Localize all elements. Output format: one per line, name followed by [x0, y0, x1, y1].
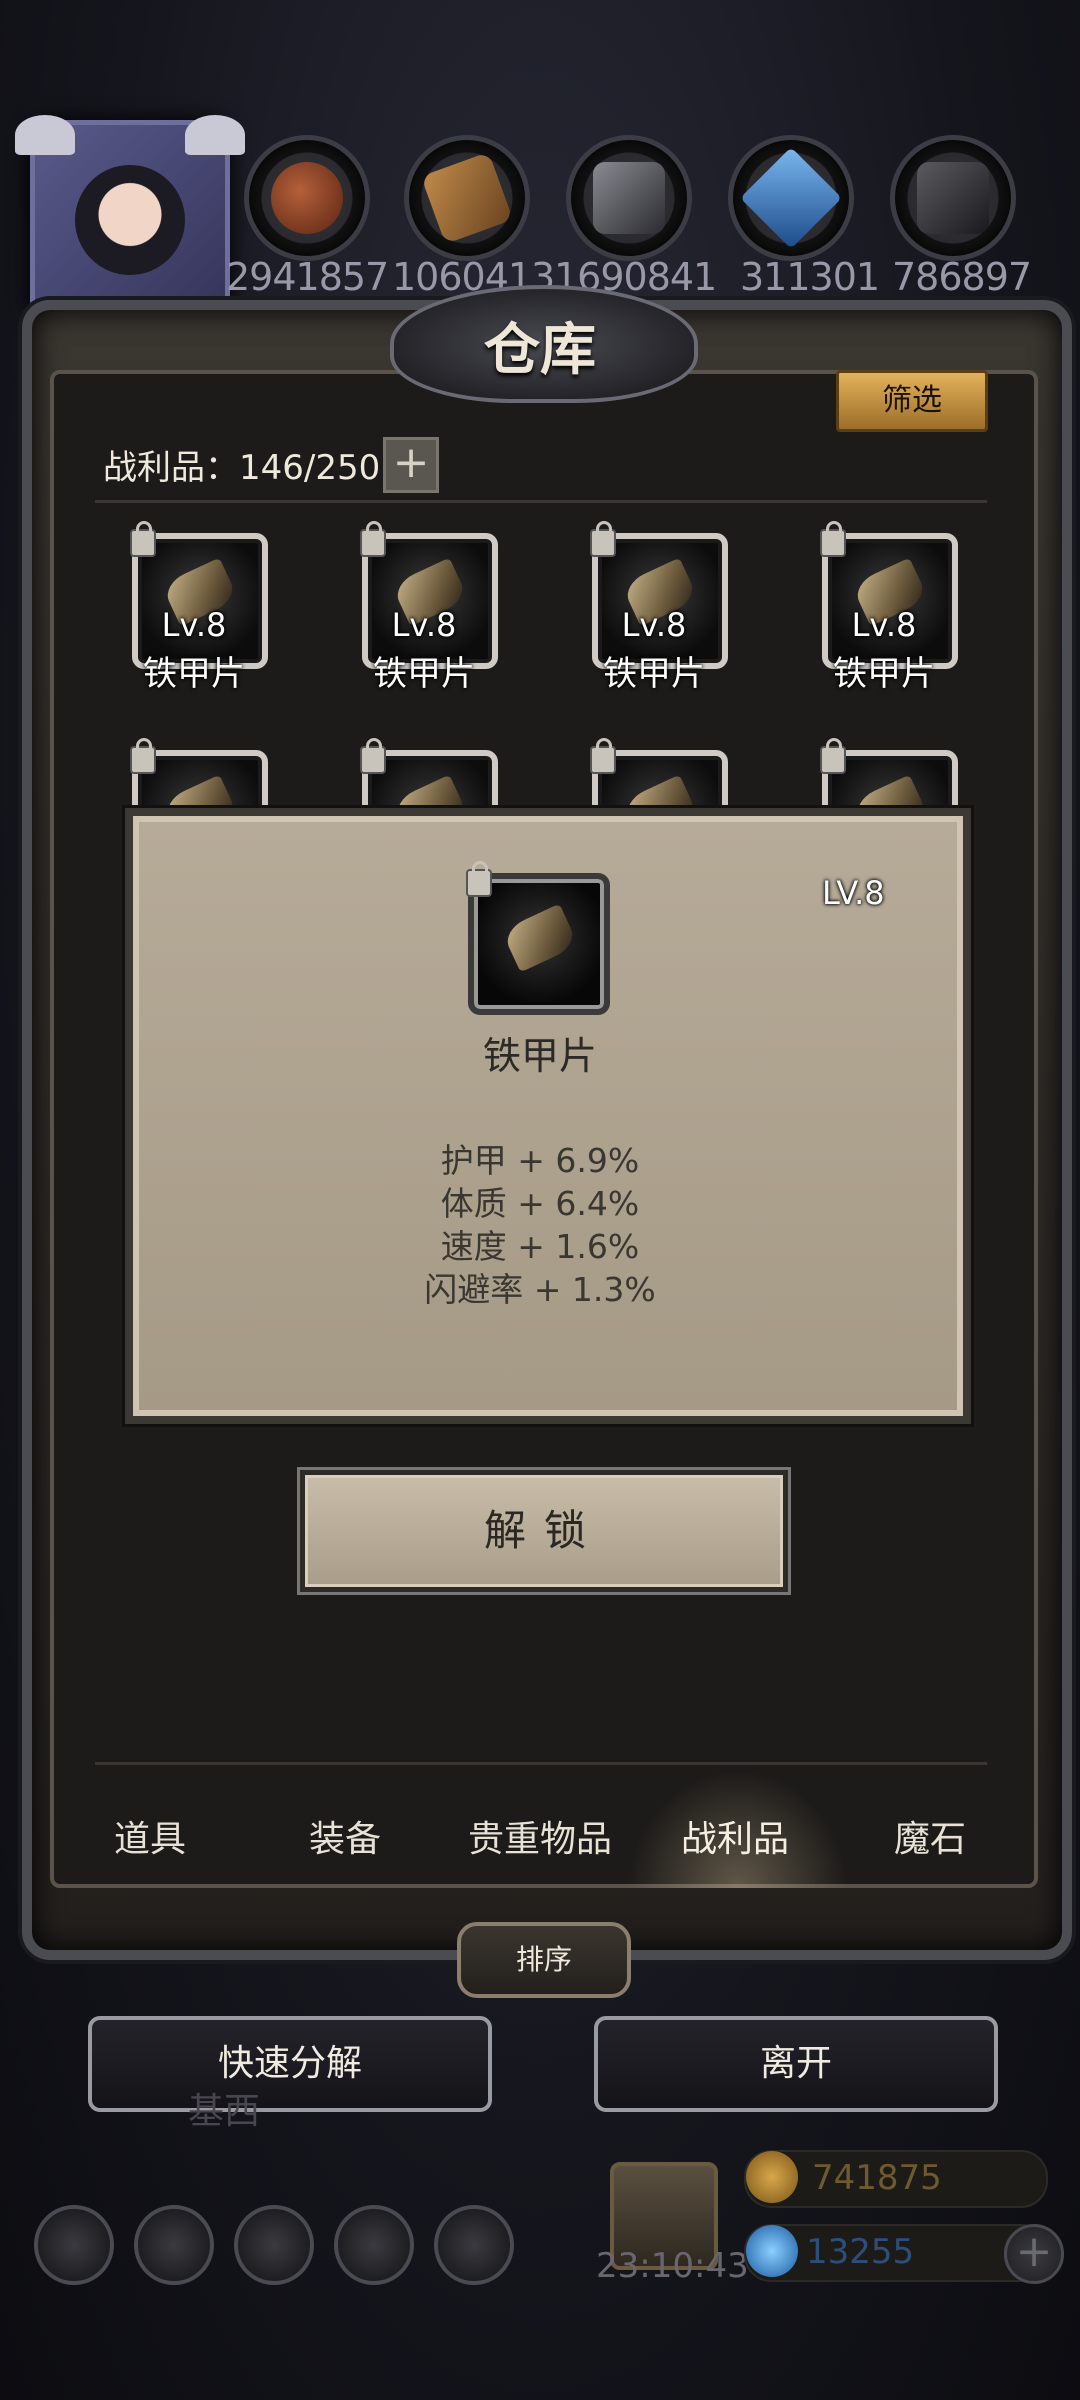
- avatar-face: [75, 165, 185, 275]
- resource-wood-icon[interactable]: [404, 135, 530, 261]
- resource-meat-icon[interactable]: [244, 135, 370, 261]
- lock-icon: [466, 861, 492, 897]
- filter-button[interactable]: 筛选: [836, 370, 988, 432]
- tab-equipment[interactable]: 装备: [250, 1810, 440, 1862]
- castle-icon[interactable]: [234, 2205, 314, 2285]
- expand-capacity-button[interactable]: +: [383, 437, 439, 493]
- tab-valuables[interactable]: 贵重物品: [445, 1810, 635, 1862]
- gift-timer: 23:10:43: [596, 2246, 749, 2286]
- item-level: Lv.8: [161, 606, 227, 644]
- item-name: 铁甲片: [603, 654, 705, 694]
- item-level: Lv.8: [391, 606, 457, 644]
- resource-crystal-value: 311301: [740, 255, 880, 299]
- detail-item-icon: [466, 861, 610, 1015]
- tabs-divider: [95, 1762, 987, 1765]
- gem-amount: 13255: [806, 2232, 915, 2272]
- stat-evasion: 闪避率 + 1.3%: [424, 1270, 656, 1309]
- tab-magic-stones[interactable]: 魔石: [835, 1810, 1025, 1862]
- detail-item-name: 铁甲片: [482, 1034, 597, 1078]
- mail-icon[interactable]: [334, 2205, 414, 2285]
- armor-shard-icon: [501, 903, 579, 973]
- gold-amount: 741875: [812, 2158, 942, 2198]
- add-currency-button[interactable]: +: [1004, 2224, 1064, 2284]
- stat-armor: 护甲 + 6.9%: [440, 1141, 640, 1180]
- settings-gear-icon[interactable]: [34, 2205, 114, 2285]
- lock-icon: [820, 521, 846, 557]
- lock-icon: [590, 521, 616, 557]
- detail-item-level: LV.8: [822, 874, 885, 912]
- lock-icon: [820, 738, 846, 774]
- resource-crystal-icon[interactable]: [728, 135, 854, 261]
- stat-speed: 速度 + 1.6%: [440, 1227, 640, 1266]
- stat-constitution: 体质 + 6.4%: [440, 1184, 640, 1223]
- wing-left-icon: [15, 115, 75, 155]
- item-name: 铁甲片: [833, 654, 935, 694]
- resource-ore-value: 786897: [892, 255, 1032, 299]
- quick-decompose-button[interactable]: 快速分解: [88, 2016, 492, 2112]
- resource-meat-value: 2941857: [226, 255, 389, 299]
- lock-icon: [130, 521, 156, 557]
- top-divider: [95, 500, 987, 503]
- lock-icon: [130, 738, 156, 774]
- player-avatar[interactable]: [15, 115, 245, 320]
- resource-ore-icon[interactable]: [890, 135, 1016, 261]
- item-level: Lv.8: [851, 606, 917, 644]
- achievement-star-icon[interactable]: [134, 2205, 214, 2285]
- dice-icon[interactable]: [434, 2205, 514, 2285]
- sort-button[interactable]: 排序: [457, 1922, 631, 1998]
- tab-items[interactable]: 道具: [55, 1810, 245, 1862]
- lock-icon: [360, 521, 386, 557]
- wing-right-icon: [185, 115, 245, 155]
- resource-iron-icon[interactable]: [566, 135, 692, 261]
- item-level: Lv.8: [621, 606, 687, 644]
- tab-loot[interactable]: 战利品: [640, 1810, 830, 1862]
- background-location-text: 基西: [188, 2091, 261, 2132]
- item-name: 铁甲片: [143, 654, 245, 694]
- unlock-button[interactable]: 解锁: [300, 1470, 788, 1592]
- loot-count-label: 战利品：146/250: [103, 448, 381, 488]
- gold-coin-icon: [746, 2151, 798, 2203]
- page-title: 仓库: [484, 317, 596, 383]
- blue-gem-icon: [746, 2225, 798, 2277]
- lock-icon: [360, 738, 386, 774]
- lock-icon: [590, 738, 616, 774]
- item-name: 铁甲片: [373, 654, 475, 694]
- leave-button[interactable]: 离开: [594, 2016, 998, 2112]
